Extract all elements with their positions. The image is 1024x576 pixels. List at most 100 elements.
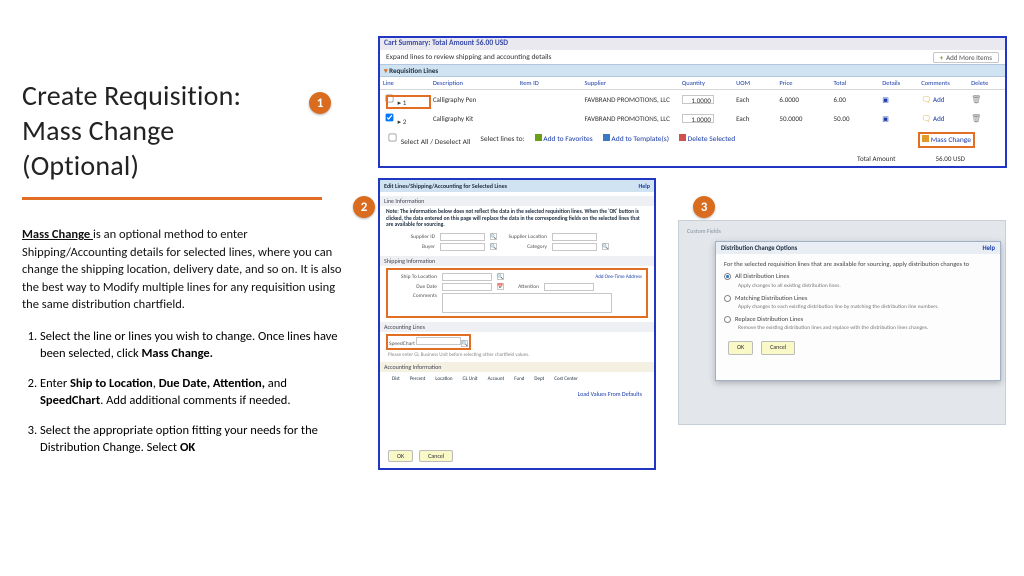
add-template-link[interactable]: Add to Template(s) xyxy=(603,134,669,144)
comments-icon[interactable]: 🗨 xyxy=(921,114,931,124)
opt-replace-sub: Remove the existing distribution lines a… xyxy=(738,324,992,333)
select-all-checkbox[interactable] xyxy=(389,134,397,142)
table-row[interactable]: ▸ 2 Calligraphy Kit FAVBRAND PROMOTIONS,… xyxy=(380,109,1005,128)
step-1: Select the line or lines you wish to cha… xyxy=(40,328,342,363)
comments-label: Comments xyxy=(392,293,437,299)
panel2-header: Edit Lines/Shipping/Accounting for Selec… xyxy=(380,180,654,192)
edit-lines-screenshot: Edit Lines/Shipping/Accounting for Selec… xyxy=(378,178,656,470)
ok-button[interactable]: OK xyxy=(728,341,753,355)
radio-icon xyxy=(724,273,731,280)
opt-all-lines[interactable]: All Distribution Lines xyxy=(724,271,992,281)
title-line-3: (Optional) xyxy=(22,148,139,183)
divider xyxy=(22,197,322,200)
cart-summary-bar: Cart Summary: Total Amount 56.00 USD xyxy=(380,38,1005,50)
attention-input[interactable] xyxy=(544,283,594,291)
supplier-loc-label: Supplier Location xyxy=(502,234,547,240)
lookup-icon[interactable]: 🔍 xyxy=(490,233,497,240)
calendar-icon[interactable]: 📅 xyxy=(497,283,504,290)
delete-selected-link[interactable]: Delete Selected xyxy=(679,134,735,144)
table-row[interactable]: ▸ 1 Calligraphy Pen FAVBRAND PROMOTIONS,… xyxy=(380,90,1005,110)
item-link[interactable]: Calligraphy Pen xyxy=(430,90,517,110)
desc-lead: Mass Change xyxy=(22,227,93,242)
ship-to-label: Ship To Location xyxy=(392,274,437,280)
lookup-icon[interactable]: 🔍 xyxy=(602,243,609,250)
dialog-titlebar: Distribution Change Options Help xyxy=(716,242,1000,254)
opt-matching-sub: Apply changes to each existing distribut… xyxy=(738,303,992,312)
action-row: Select All / Deselect All Select lines t… xyxy=(380,128,1005,150)
trash-icon[interactable]: 🗑 xyxy=(971,114,981,124)
callout-highlight-shipping: Ship To Location 🔍 Add One-Time Address D… xyxy=(386,268,648,318)
comments-icon[interactable]: 🗨 xyxy=(921,95,931,105)
attention-label: Attention xyxy=(509,284,539,290)
add-comment-link[interactable]: Add xyxy=(933,114,944,123)
details-icon[interactable]: ▣ xyxy=(882,95,889,104)
callout-highlight-speedchart: SpeedChart 🔍 xyxy=(386,334,471,351)
trash-icon[interactable]: 🗑 xyxy=(971,95,981,105)
step-3: Select the appropriate option fitting yo… xyxy=(40,422,342,457)
description-paragraph: Mass Change is an optional method to ent… xyxy=(22,226,342,314)
add-favorites-link[interactable]: Add to Favorites xyxy=(535,134,593,144)
comments-textarea[interactable] xyxy=(442,293,612,313)
help-link[interactable]: Help xyxy=(639,182,651,190)
opt-matching-lines[interactable]: Matching Distribution Lines xyxy=(724,293,992,303)
category-label: Category xyxy=(502,244,547,250)
item-link[interactable]: Calligraphy Kit xyxy=(430,109,517,128)
step-2: Enter Ship to Location, Due Date, Attent… xyxy=(40,375,342,410)
ok-button[interactable]: OK xyxy=(388,450,413,462)
opt-all-sub: Apply changes to all existing distributi… xyxy=(738,282,992,291)
supplier-loc-input[interactable] xyxy=(552,233,597,241)
table-header: LineDescriptionItem ID SupplierQuantityU… xyxy=(380,77,1005,90)
background-header: Custom Fields xyxy=(679,221,1005,235)
title-line-2: Mass Change xyxy=(22,113,174,148)
speedchart-input[interactable] xyxy=(416,337,461,345)
one-time-address-link[interactable]: Add One-Time Address xyxy=(595,274,642,280)
buyer-label: Buyer xyxy=(390,244,435,250)
dialog-lead-text: For the selected requisition lines that … xyxy=(724,259,992,269)
cancel-button[interactable]: Cancel xyxy=(761,341,795,355)
requisition-lines-table: LineDescriptionItem ID SupplierQuantityU… xyxy=(380,77,1005,128)
mass-change-link[interactable]: Mass Change xyxy=(918,132,975,148)
help-link[interactable]: Help xyxy=(983,244,995,252)
title-line-1: Create Requisition: xyxy=(22,78,241,113)
shipping-info-section: Shipping Information xyxy=(380,256,654,266)
add-comment-link[interactable]: Add xyxy=(933,95,944,104)
category-input[interactable] xyxy=(552,243,597,251)
accounting-lines-section: Accounting Lines xyxy=(380,322,654,332)
radio-icon xyxy=(724,295,731,302)
slide-title: Create Requisition: Mass Change (Optiona… xyxy=(22,78,342,183)
details-icon[interactable]: ▣ xyxy=(882,114,889,123)
due-date-label: Due Date xyxy=(392,284,437,290)
opt-replace-lines[interactable]: Replace Distribution Lines xyxy=(724,314,992,324)
total-row: Total Amount56.00 USD xyxy=(380,150,1005,167)
callout-3: 3 xyxy=(693,196,715,218)
distribution-dialog-screenshot: Custom Fields Distribution Change Option… xyxy=(678,220,1006,425)
line-info-section: Line Information xyxy=(380,196,654,206)
ship-to-input[interactable] xyxy=(442,273,492,281)
step-list: Select the line or lines you wish to cha… xyxy=(22,328,342,457)
add-more-items-button[interactable]: +Add More Items xyxy=(933,52,999,63)
callout-1: 1 xyxy=(309,92,331,114)
due-date-input[interactable] xyxy=(442,283,492,291)
distribution-change-dialog: Distribution Change Options Help For the… xyxy=(715,241,1001,381)
plus-icon: + xyxy=(940,53,944,62)
accounting-info-table: DistPercentLocationGL Unit AccountFundDe… xyxy=(386,374,584,384)
lookup-icon[interactable]: 🔍 xyxy=(490,243,497,250)
select-lines-label: Select lines to: xyxy=(480,135,524,144)
accounting-info-header: Accounting Information xyxy=(380,362,654,372)
callout-2: 2 xyxy=(353,196,375,218)
callout-highlight-checkbox xyxy=(386,95,431,109)
text-column: Create Requisition: Mass Change (Optiona… xyxy=(22,78,342,469)
quantity-input[interactable]: 1.0000 xyxy=(682,95,714,104)
lookup-icon[interactable]: 🔍 xyxy=(461,340,468,347)
buyer-input[interactable] xyxy=(440,243,485,251)
load-defaults-link[interactable]: Load Values From Defaults xyxy=(380,386,654,402)
radio-icon xyxy=(724,316,731,323)
supplier-id-input[interactable] xyxy=(440,233,485,241)
requisition-lines-header: ▾ Requisition Lines xyxy=(380,64,1005,77)
cancel-button[interactable]: Cancel xyxy=(419,450,453,462)
supplier-id-label: Supplier ID xyxy=(390,234,435,240)
quantity-input[interactable]: 1.0000 xyxy=(682,114,714,123)
speedchart-note: Please enter GL Business Unit before sel… xyxy=(380,352,654,358)
line-checkbox[interactable] xyxy=(386,114,394,122)
lookup-icon[interactable]: 🔍 xyxy=(497,273,504,280)
